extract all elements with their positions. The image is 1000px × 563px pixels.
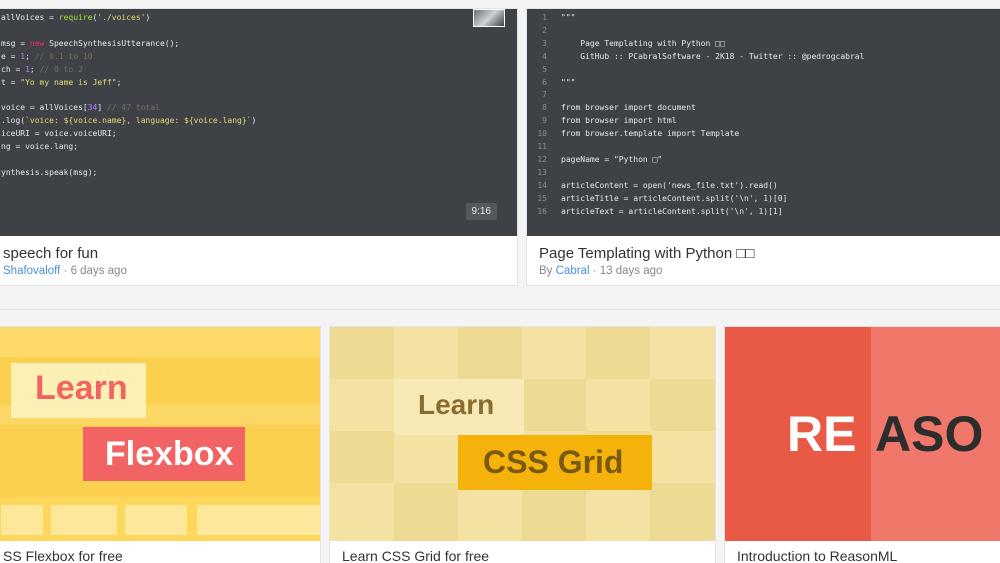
code-line: 13 <box>537 167 547 177</box>
card-meta: By Cabral · 13 days ago <box>539 265 662 277</box>
code-line: 7 <box>542 90 547 100</box>
code-line: 6 """ <box>542 77 576 87</box>
code-preview[interactable]: 1 """ 2 3 Page Templating with Python □□ 4 G… <box>527 9 1000 236</box>
code-line: 3 Page Templating with Python □□ <box>542 38 725 48</box>
course-card-flexbox[interactable]: Learn Flexbox SS Flexbox for free <box>0 326 321 563</box>
code-line: voice = allVoices[34] // 47 total <box>1 103 160 113</box>
course-thumbnail[interactable]: RE ASO <box>725 327 1000 541</box>
author-link[interactable]: Shafovaloff <box>3 265 60 277</box>
code-line: 10 from browser.template import Template <box>537 129 740 139</box>
code-line: e = 1; // 0.1 to 10 <box>1 51 93 61</box>
code-line: 12 pageName = "Python □" <box>537 154 663 164</box>
thumbnail-word-learn: Learn <box>418 389 495 420</box>
code-line: msg = new SpeechSynthesisUtterance(); <box>1 38 180 48</box>
course-card-python-templating[interactable]: 1 """ 2 3 Page Templating with Python □□ 4 G… <box>526 8 1000 286</box>
code-line: 9 from browser import html <box>542 116 677 126</box>
section-divider <box>0 309 1000 310</box>
code-preview[interactable]: allVoices = require('./voices') msg = new… <box>0 9 517 236</box>
code-line: iceURI = voice.voiceURI; <box>1 129 117 139</box>
code-line: 11 <box>537 142 547 151</box>
course-card-css-grid[interactable]: Learn CSS Grid Learn CSS Grid for free <box>329 326 716 563</box>
course-thumbnail[interactable]: Learn Flexbox <box>0 327 320 541</box>
card-meta: Shafovaloff · 6 days ago <box>3 265 127 277</box>
card-title[interactable]: speech for fun <box>3 245 98 262</box>
code-line: 2 <box>542 25 547 35</box>
card-by: By <box>539 265 553 277</box>
code-line: allVoices = require('./voices') <box>1 13 151 22</box>
thumbnail-word-flexbox: Flexbox <box>105 435 234 473</box>
code-line: 15 articleTitle = articleContent.split('\… <box>537 193 788 203</box>
code-line: t = "Yo my name is Jeff"; <box>1 77 122 87</box>
author-avatar <box>473 9 505 27</box>
code-line: 1 """ <box>542 13 576 22</box>
thumbnail-word-aso: ASO <box>875 406 984 462</box>
course-thumbnail[interactable]: Learn CSS Grid <box>330 327 715 541</box>
card-title[interactable]: SS Flexbox for free <box>3 548 123 563</box>
code-line: 4 GitHub :: PCabralSoftware - 2K18 - Twi… <box>542 51 865 61</box>
thumbnail-word-learn: Learn <box>35 369 128 407</box>
course-feed: allVoices = require('./voices') msg = new… <box>0 0 1000 563</box>
card-title[interactable]: Introduction to ReasonML <box>737 548 897 563</box>
card-title[interactable]: Learn CSS Grid for free <box>342 548 489 563</box>
code-line: ch = 1; // 0 to 2 <box>1 64 83 74</box>
code-line: 16 articleText = articleContent.split('\n… <box>537 206 783 216</box>
duration-badge: 9:16 <box>465 203 497 220</box>
card-title[interactable]: Page Templating with Python □□ <box>539 245 754 262</box>
author-link[interactable]: Cabral <box>556 265 590 277</box>
card-age: · 6 days ago <box>63 265 127 277</box>
thumbnail-word-css-grid: CSS Grid <box>483 444 624 480</box>
code-line: 5 <box>542 64 547 74</box>
code-line: .log(`voice: ${voice.name}, language: ${… <box>1 116 257 126</box>
course-card-reasonml[interactable]: RE ASO Introduction to ReasonML <box>724 326 1000 563</box>
code-line: 14 articleContent = open('news_file.txt')… <box>537 180 778 190</box>
code-line: ng = voice.lang; <box>1 142 79 151</box>
code-line: 8 from browser import document <box>542 103 696 113</box>
card-age: · 13 days ago <box>592 265 663 277</box>
course-card-speech[interactable]: allVoices = require('./voices') msg = new… <box>0 8 518 286</box>
code-line: ynthesis.speak(msg); <box>1 167 98 177</box>
thumbnail-word-re: RE <box>787 406 857 462</box>
